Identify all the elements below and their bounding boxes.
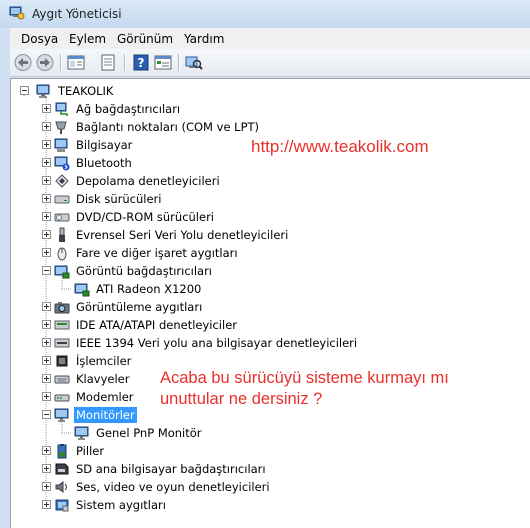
tree-item-label: Bluetooth [76, 156, 132, 170]
computer-icon [36, 84, 50, 98]
expand-icon[interactable] [42, 302, 51, 311]
expand-icon[interactable] [42, 176, 51, 185]
tree-item-label: SD ana bilgisayar bağdaştırıcıları [76, 462, 266, 476]
expand-icon[interactable] [42, 140, 51, 149]
collapse-icon[interactable] [42, 266, 51, 275]
toolbar: ? [10, 49, 530, 77]
svg-text:?: ? [138, 56, 145, 70]
expand-icon[interactable] [42, 356, 51, 365]
tree-item-label: Evrensel Seri Veri Yolu denetleyicileri [76, 228, 289, 242]
tree-item-label: Görüntü bağdaştırıcıları [76, 264, 213, 278]
menu-yardim[interactable]: Yardım [184, 32, 224, 46]
tree-item-label: Depolama denetleyicileri [76, 174, 220, 188]
device-manager-window: Aygıt Yöneticisi Dosya Eylem Görünüm Yar… [0, 0, 530, 528]
expand-icon[interactable] [42, 446, 51, 455]
tree-item-label: Görüntüleme aygıtları [76, 300, 203, 314]
help-icon[interactable]: ? [131, 53, 151, 72]
tree-item-label: Disk sürücüleri [76, 192, 162, 206]
collapse-icon[interactable] [20, 86, 29, 95]
expand-icon[interactable] [42, 248, 51, 257]
disk-drive-icon [54, 195, 70, 204]
expand-icon[interactable] [42, 122, 51, 131]
expand-icon[interactable] [42, 230, 51, 239]
expand-icon[interactable] [42, 158, 51, 167]
annotation-url: http://www.teakolik.com [251, 137, 429, 156]
computer-icon [54, 138, 68, 152]
annotation-question-line1: Acaba bu sürücüyü sisteme kurmayı mı [160, 369, 449, 387]
ieee1394-icon [54, 338, 70, 348]
tree-item-label: DVD/CD-ROM sürücüleri [76, 210, 215, 224]
port-icon [55, 121, 67, 134]
console-tree-icon[interactable] [153, 53, 173, 72]
battery-icon [57, 444, 67, 459]
expand-icon[interactable] [42, 374, 51, 383]
expand-icon[interactable] [42, 464, 51, 473]
sd-adapter-icon [55, 463, 69, 475]
storage-controller-icon [55, 174, 69, 188]
bluetooth-icon [54, 156, 70, 171]
expand-icon[interactable] [42, 320, 51, 329]
network-adapter-icon [55, 102, 68, 116]
tree-item-label: IEEE 1394 Veri yolu ana bilgisayar denet… [76, 336, 358, 350]
tree-item-label: Bağlantı noktaları (COM ve LPT) [76, 120, 260, 134]
monitor-icon [74, 426, 89, 440]
tree-item-label: Bilgisayar [76, 138, 133, 152]
tree-item-label: Ses, video ve oyun denetleyicileri [76, 480, 270, 494]
scan-hardware-icon[interactable] [184, 53, 204, 72]
modem-icon [54, 394, 70, 402]
expand-icon[interactable] [42, 500, 51, 509]
tree-child-item-label: ATI Radeon X1200 [96, 282, 202, 296]
display-adapter-icon [54, 265, 70, 279]
sound-icon [55, 481, 67, 493]
menu-eylem[interactable]: Eylem [69, 32, 106, 46]
tree-root-label: TEAKOLIK [58, 84, 114, 98]
expand-icon[interactable] [42, 338, 51, 347]
expand-icon[interactable] [42, 212, 51, 221]
tree-item-label: İşlemciler [76, 354, 132, 368]
menu-bar: Dosya Eylem Görünüm Yardım [10, 28, 530, 50]
tree-item-label: Modemler [76, 390, 134, 404]
tree-child-item-label: Genel PnP Monitör [96, 426, 202, 440]
menu-gorunum[interactable]: Görünüm [117, 32, 173, 46]
toolbar-separator [178, 54, 180, 71]
back-icon[interactable] [13, 53, 33, 72]
expand-icon[interactable] [42, 482, 51, 491]
expand-icon[interactable] [42, 392, 51, 401]
title-bar[interactable]: Aygıt Yöneticisi [0, 0, 530, 28]
properties-pane-icon[interactable] [66, 53, 86, 72]
tree-item-label: Klavyeler [76, 372, 130, 386]
mouse-icon [57, 247, 67, 261]
tree-item-label: Piller [76, 444, 105, 458]
ide-controller-icon [54, 320, 70, 330]
usb-icon [59, 227, 65, 242]
tree-item-label: IDE ATA/ATAPI denetleyiciler [76, 318, 238, 332]
dvd-drive-icon [54, 213, 70, 222]
keyboard-icon [54, 375, 70, 384]
tree-item-label: Fare ve diğer işaret aygıtları [76, 246, 238, 260]
display-adapter-icon [74, 283, 90, 297]
show-hidden-icon[interactable] [98, 53, 118, 72]
forward-icon[interactable] [35, 53, 55, 72]
monitor-icon [54, 408, 69, 422]
device-tree[interactable]: TEAKOLIK Ağ bağdaştırıcıları Bağlantı nok… [10, 78, 530, 528]
device-manager-icon [9, 6, 25, 20]
tree-item-label: Ağ bağdaştırıcıları [76, 102, 181, 116]
menu-dosya[interactable]: Dosya [21, 32, 58, 46]
expand-icon[interactable] [42, 194, 51, 203]
expand-icon[interactable] [42, 104, 51, 113]
system-device-icon [55, 499, 69, 512]
toolbar-separator [60, 54, 62, 71]
tree-item-label: Monitörler [74, 407, 137, 423]
collapse-icon[interactable] [42, 410, 51, 419]
processor-icon [56, 355, 68, 367]
tree-item-label: Sistem aygıtları [76, 498, 166, 512]
window-title: Aygıt Yöneticisi [32, 7, 122, 21]
annotation-question-line2: unuttular ne dersiniz ? [160, 390, 323, 408]
camera-icon [54, 302, 70, 314]
toolbar-separator [124, 54, 126, 71]
